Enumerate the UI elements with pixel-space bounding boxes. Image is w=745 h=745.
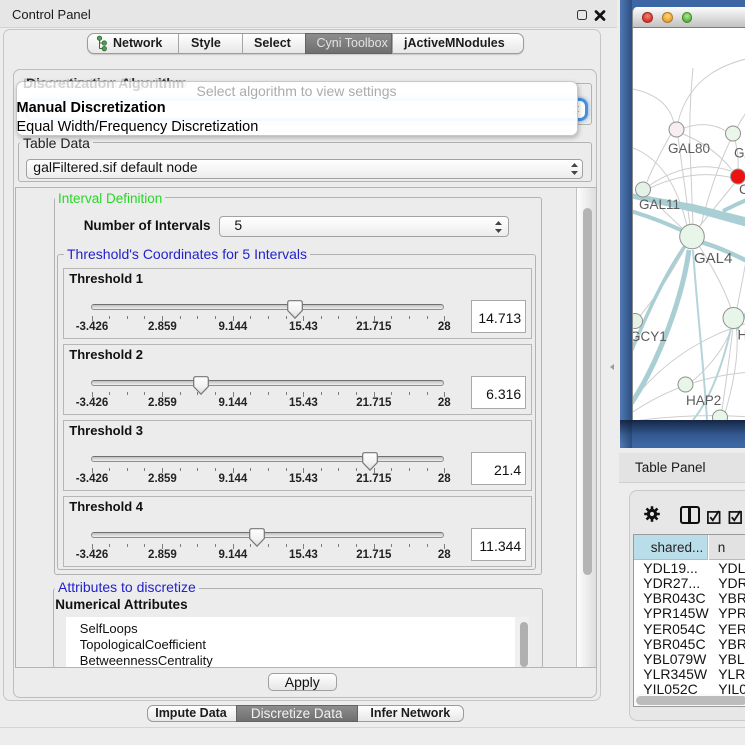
svg-text:GA: GA	[734, 146, 745, 161]
svg-text:GAL11: GAL11	[639, 197, 680, 212]
svg-text:GCY1: GCY1	[633, 329, 667, 344]
svg-text:GAL80: GAL80	[668, 141, 710, 156]
svg-text:HAP2: HAP2	[686, 393, 721, 408]
svg-text:HA: HA	[737, 328, 745, 343]
svg-text:CY: CY	[739, 182, 745, 197]
svg-text:GAL4: GAL4	[694, 250, 732, 267]
